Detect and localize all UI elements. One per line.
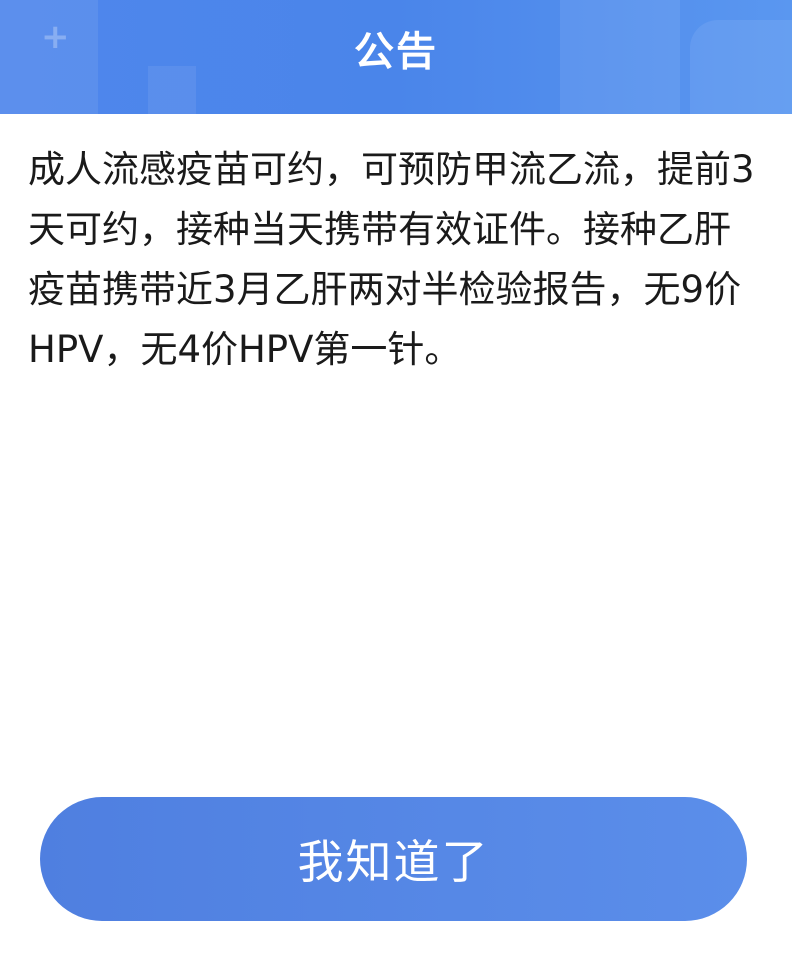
dialog-title: 公告 [354, 29, 438, 75]
dialog-header: + 公告 [0, 0, 792, 114]
announcement-dialog: + 公告 成人流感疫苗可约，可预防甲流乙流，提前3天可约，接种当天携带有效证件。… [0, 0, 792, 960]
announcement-message: 成人流感疫苗可约，可预防甲流乙流，提前3天可约，接种当天携带有效证件。接种乙肝疫… [28, 148, 755, 371]
confirm-button[interactable]: 我知道了 [40, 797, 747, 921]
